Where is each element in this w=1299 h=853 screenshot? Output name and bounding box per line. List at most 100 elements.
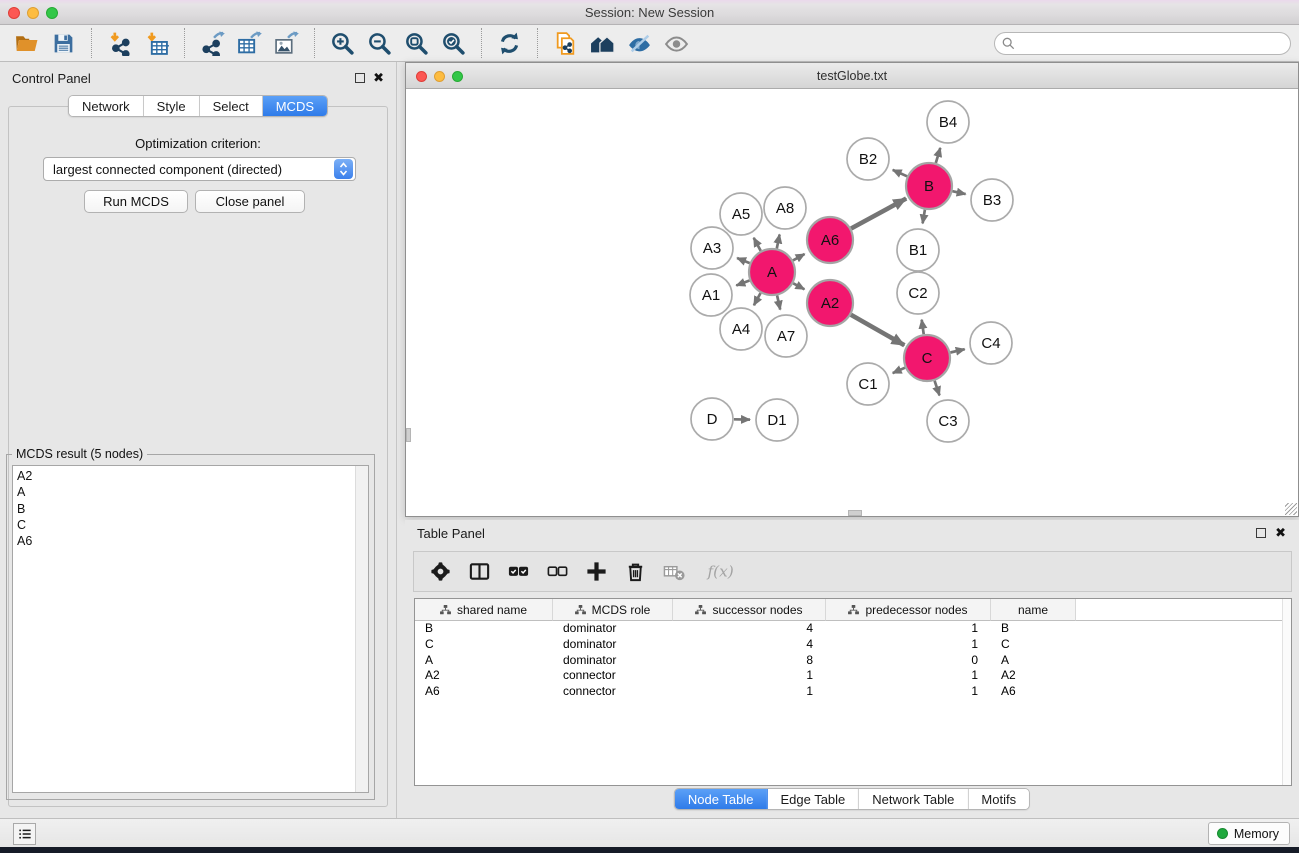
graph-edge-A2-C[interactable] <box>851 315 905 345</box>
memory-button[interactable]: Memory <box>1208 822 1290 845</box>
table-tab-motifs[interactable]: Motifs <box>968 789 1029 809</box>
graph-edge-C-C3[interactable] <box>935 381 940 396</box>
table-row[interactable]: A6connector11A6 <box>415 684 1291 700</box>
graph-edge-A-A5[interactable] <box>754 238 761 251</box>
float-panel-icon[interactable] <box>355 73 365 83</box>
search-input[interactable] <box>1020 33 1290 54</box>
houses-button[interactable] <box>584 28 621 59</box>
graph-node-A1[interactable]: A1 <box>690 274 732 316</box>
table-scrollbar[interactable] <box>1282 599 1291 785</box>
table-tab-node-table[interactable]: Node Table <box>675 789 768 809</box>
graph-node-C[interactable]: C <box>904 335 950 381</box>
graph-edge-A-A4[interactable] <box>754 293 761 305</box>
graph-edge-A6-B[interactable] <box>851 199 906 229</box>
zoom-fit-button[interactable] <box>398 28 435 59</box>
graph-node-B2[interactable]: B2 <box>847 138 889 180</box>
graph-node-A[interactable]: A <box>749 249 795 295</box>
settings-gear-button[interactable] <box>428 559 452 585</box>
zoom-out-button[interactable] <box>361 28 398 59</box>
delete-column-button[interactable] <box>623 559 647 585</box>
export-table-button[interactable] <box>231 28 268 59</box>
mcds-result-item[interactable]: C <box>13 517 354 533</box>
graph-node-A8[interactable]: A8 <box>764 187 806 229</box>
import-network-button[interactable] <box>101 28 138 59</box>
graph-node-C3[interactable]: C3 <box>927 400 969 442</box>
graph-node-A3[interactable]: A3 <box>691 227 733 269</box>
column-header-successor-nodes[interactable]: successor nodes <box>673 599 826 621</box>
graph-edge-B-B4[interactable] <box>936 148 941 163</box>
close-panel-icon[interactable]: ✖ <box>373 73 384 83</box>
import-table-button[interactable] <box>138 28 175 59</box>
graph-node-A7[interactable]: A7 <box>765 315 807 357</box>
open-session-button[interactable] <box>8 28 45 59</box>
canvas-horizontal-scrollbar[interactable] <box>848 510 862 516</box>
table-row[interactable]: Cdominator41C <box>415 637 1291 653</box>
export-image-button[interactable] <box>268 28 305 59</box>
search-field[interactable] <box>994 32 1291 55</box>
graph-node-A2[interactable]: A2 <box>807 280 853 326</box>
tab-network[interactable]: Network <box>69 96 144 116</box>
refresh-button[interactable] <box>491 28 528 59</box>
graph-node-A5[interactable]: A5 <box>720 193 762 235</box>
tab-mcds[interactable]: MCDS <box>263 96 327 116</box>
graph-edge-B-B2[interactable] <box>893 170 907 176</box>
save-session-button[interactable] <box>45 28 82 59</box>
result-list-scrollbar[interactable] <box>355 466 368 792</box>
tab-style[interactable]: Style <box>144 96 200 116</box>
table-row[interactable]: Adominator80A <box>415 653 1291 669</box>
table-tab-network-table[interactable]: Network Table <box>859 789 968 809</box>
graph-node-C4[interactable]: C4 <box>970 322 1012 364</box>
zoom-in-button[interactable] <box>324 28 361 59</box>
optimization-select[interactable]: largest connected component (directed) <box>43 157 356 181</box>
column-header-MCDS-role[interactable]: MCDS role <box>553 599 673 621</box>
graph-node-D1[interactable]: D1 <box>756 399 798 441</box>
mcds-result-item[interactable]: A6 <box>13 533 354 549</box>
column-header-predecessor-nodes[interactable]: predecessor nodes <box>826 599 991 621</box>
window-resize-grip[interactable] <box>1285 503 1297 515</box>
mcds-result-item[interactable]: B <box>13 501 354 517</box>
table-row[interactable]: A2connector11A2 <box>415 668 1291 684</box>
graph-edge-B-B1[interactable] <box>923 210 925 224</box>
split-panel-button[interactable] <box>467 559 491 585</box>
graph-edge-B-B3[interactable] <box>952 191 965 194</box>
graph-node-B4[interactable]: B4 <box>927 101 969 143</box>
graph-node-C1[interactable]: C1 <box>847 363 889 405</box>
graph-node-A6[interactable]: A6 <box>807 217 853 263</box>
graph-edge-C-C1[interactable] <box>893 368 905 373</box>
graph-node-D[interactable]: D <box>691 398 733 440</box>
graph-edge-A-A2[interactable] <box>793 283 804 289</box>
graph-edge-C-C2[interactable] <box>922 320 924 335</box>
column-header-shared-name[interactable]: shared name <box>415 599 553 621</box>
graph-node-A4[interactable]: A4 <box>720 308 762 350</box>
float-table-panel-icon[interactable] <box>1256 528 1266 538</box>
graph-node-C2[interactable]: C2 <box>897 272 939 314</box>
mcds-result-item[interactable]: A2 <box>13 468 354 484</box>
graph-edge-A-A3[interactable] <box>737 258 750 263</box>
deselect-all-button[interactable] <box>545 559 569 585</box>
graph-edge-A-A8[interactable] <box>777 235 780 249</box>
graph-edge-A-A7[interactable] <box>777 295 780 309</box>
copy-network-button[interactable] <box>547 28 584 59</box>
graph-edge-C-C4[interactable] <box>950 349 964 352</box>
hide-details-button[interactable] <box>621 28 658 59</box>
add-column-button[interactable] <box>584 559 608 585</box>
close-table-panel-icon[interactable]: ✖ <box>1275 528 1286 538</box>
zoom-selected-button[interactable] <box>435 28 472 59</box>
task-history-button[interactable] <box>13 823 36 845</box>
close-panel-button[interactable]: Close panel <box>195 190 305 213</box>
table-tab-edge-table[interactable]: Edge Table <box>767 789 859 809</box>
run-mcds-button[interactable]: Run MCDS <box>84 190 188 213</box>
tab-select[interactable]: Select <box>200 96 263 116</box>
column-header-name[interactable]: name <box>991 599 1076 621</box>
canvas-vertical-scrollbar[interactable] <box>406 428 411 442</box>
table-row[interactable]: Bdominator41B <box>415 621 1291 637</box>
select-all-button[interactable] <box>506 559 530 585</box>
export-network-button[interactable] <box>194 28 231 59</box>
mcds-result-item[interactable]: A <box>13 484 354 500</box>
graph-edge-A-A1[interactable] <box>736 281 749 286</box>
graph-edge-A-A6[interactable] <box>793 254 805 260</box>
network-canvas[interactable]: B4B2BB3A8A5A6A3B1AC2A1A2A4A7C4CC1DC3D1 <box>406 90 1298 516</box>
network-window-title-bar[interactable]: testGlobe.txt <box>406 63 1298 89</box>
graph-node-B[interactable]: B <box>906 163 952 209</box>
show-details-button[interactable] <box>658 28 695 59</box>
